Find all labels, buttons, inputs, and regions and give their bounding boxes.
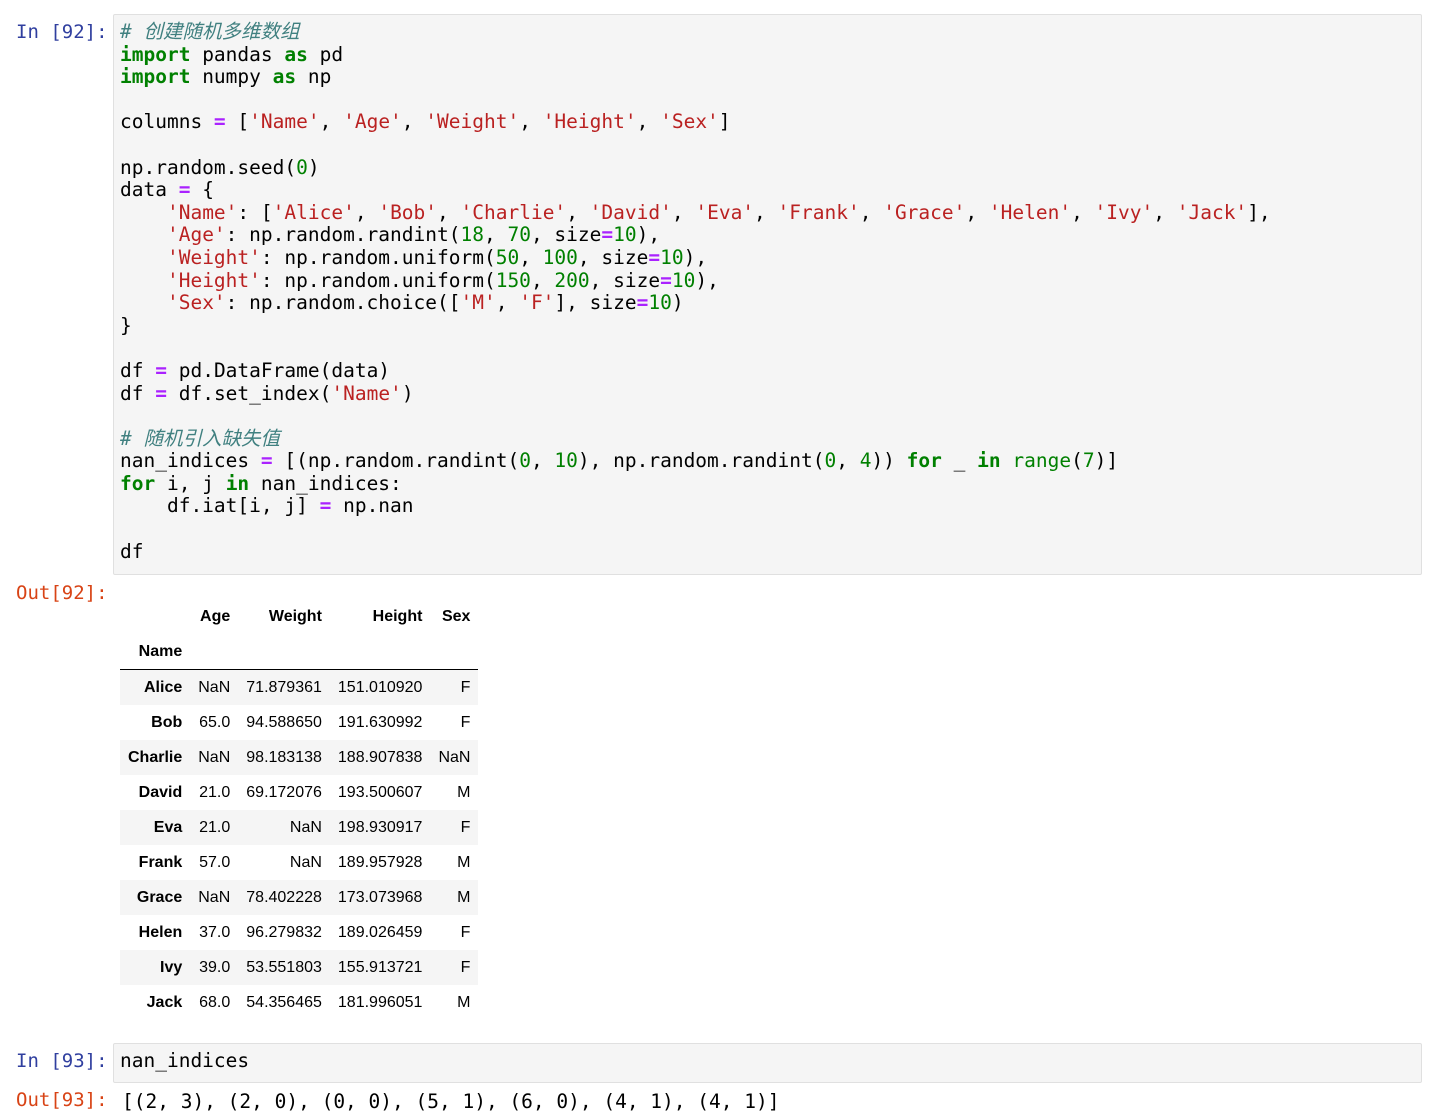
code-comment: # 随机引入缺失值: [120, 426, 280, 450]
column-header: Weight: [268, 607, 322, 625]
table-cell: 98.183138: [246, 748, 322, 766]
row-label: Charlie: [128, 748, 183, 766]
code-comment: # 创建随机多维数组: [120, 20, 300, 43]
table-cell: F: [460, 818, 471, 836]
row-label: Eva: [153, 818, 183, 836]
table-cell: M: [457, 783, 471, 801]
table-row: Charlie NaN 98.183138 188.907838 NaN: [120, 740, 479, 775]
table-row: Ivy 39.0 53.551803 155.913721 F: [120, 950, 479, 985]
table-cell: 151.010920: [337, 678, 423, 696]
input-prompt-93: In [93]:: [16, 1050, 108, 1072]
table-row: Eva 21.0 NaN 198.930917 F: [120, 810, 479, 845]
output-text: [(2, 3), (2, 0), (0, 0), (5, 1), (6, 0),…: [122, 1090, 780, 1113]
table-row: Alice NaN 71.879361 151.010920 F: [120, 669, 479, 705]
table-row: David 21.0 69.172076 193.500607 M: [120, 775, 478, 810]
table-cell: NaN: [289, 818, 322, 836]
table-row: Helen 37.0 96.279832 189.026459 F: [120, 915, 478, 950]
table-cell: 181.996051: [337, 993, 423, 1011]
table-cell: 53.551803: [246, 958, 322, 976]
code-cell-93[interactable]: nan_indices: [113, 1043, 1422, 1083]
table-cell: 78.402228: [246, 888, 322, 906]
row-label: Grace: [136, 888, 183, 906]
output-prompt-92: Out[92]:: [16, 582, 108, 604]
row-label: Ivy: [160, 958, 183, 976]
table-cell: NaN: [198, 678, 231, 696]
blank-header: [120, 599, 190, 634]
row-label: Helen: [138, 923, 183, 941]
dataframe-output: Age Weight Height Sex Name Alice NaN 71.…: [120, 599, 479, 1020]
table-cell: NaN: [198, 888, 231, 906]
table-cell: 198.930917: [337, 818, 423, 836]
table-cell: 96.279832: [246, 923, 322, 941]
table-row: Bob 65.0 94.588650 191.630992 F: [120, 705, 478, 740]
table-cell: F: [460, 958, 471, 976]
row-label: Jack: [146, 993, 183, 1011]
table-cell: F: [460, 678, 471, 696]
table-cell: 155.913721: [337, 958, 423, 976]
table-cell: 189.957928: [337, 853, 423, 871]
column-header-row: Age Weight Height Sex: [120, 599, 478, 634]
table-row: Grace NaN 78.402228 173.073968 M: [120, 880, 479, 915]
table-cell: F: [460, 923, 471, 941]
code-cell-92[interactable]: # 创建随机多维数组 import pandas as pd import nu…: [113, 14, 1422, 575]
table-row: Frank 57.0 NaN 189.957928 M: [120, 845, 478, 880]
row-label: Alice: [144, 678, 183, 696]
row-label: David: [138, 783, 183, 801]
table-cell: 68.0: [199, 993, 231, 1011]
column-header: Age: [200, 607, 231, 625]
table-cell: M: [457, 853, 471, 871]
table-cell: F: [460, 713, 471, 731]
code-editor[interactable]: # 创建随机多维数组 import pandas as pd import nu…: [120, 20, 1271, 563]
input-prompt-92: In [92]:: [16, 21, 108, 43]
table-cell: 37.0: [199, 923, 231, 941]
table-cell: 94.588650: [246, 713, 322, 731]
table-cell: NaN: [438, 748, 471, 766]
table-cell: M: [457, 888, 471, 906]
table-cell: NaN: [198, 748, 231, 766]
table-cell: 188.907838: [337, 748, 423, 766]
table-cell: 191.630992: [337, 713, 423, 731]
table-cell: 57.0: [199, 853, 231, 871]
column-header: Height: [372, 607, 423, 625]
table-cell: 71.879361: [246, 678, 322, 696]
table-cell: 39.0: [199, 958, 231, 976]
column-header: Sex: [441, 607, 471, 625]
table-cell: 189.026459: [337, 923, 423, 941]
output-prompt-93: Out[93]:: [16, 1089, 108, 1111]
table-cell: 21.0: [199, 818, 231, 836]
table-cell: 21.0: [199, 783, 231, 801]
table-cell: NaN: [289, 853, 322, 871]
index-name: Name: [120, 634, 191, 670]
table-row: Jack 68.0 54.356465 181.996051 M: [120, 985, 478, 1020]
index-name-row: Name: [120, 634, 479, 670]
table-cell: M: [457, 993, 471, 1011]
table-cell: 173.073968: [337, 888, 423, 906]
table-cell: 54.356465: [246, 993, 322, 1011]
row-label: Bob: [151, 713, 183, 731]
table-cell: 65.0: [199, 713, 231, 731]
row-label: Frank: [138, 853, 183, 871]
code-editor[interactable]: nan_indices: [120, 1049, 249, 1073]
table-cell: 193.500607: [337, 783, 423, 801]
table-cell: 69.172076: [246, 783, 322, 801]
